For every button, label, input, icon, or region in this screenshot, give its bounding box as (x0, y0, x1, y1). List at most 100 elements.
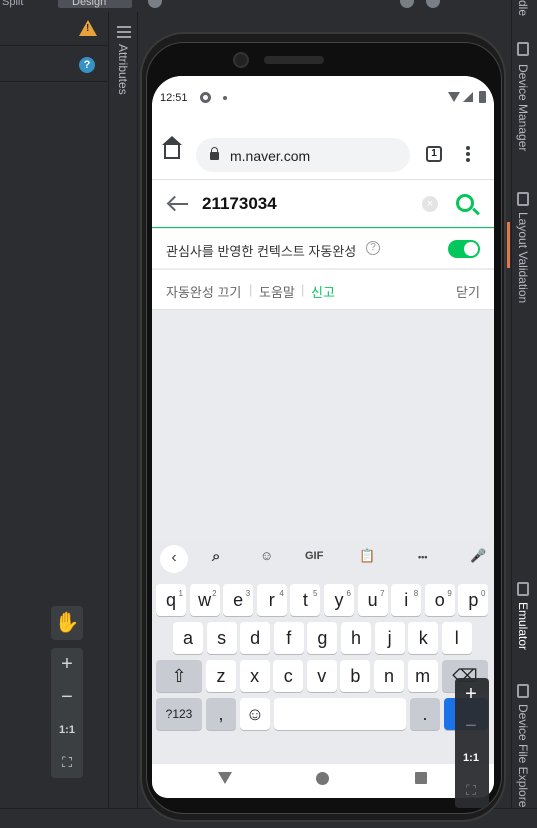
shift-key[interactable]: ⇧ (156, 660, 202, 692)
zoom-out-button[interactable]: − (455, 710, 487, 742)
key-h[interactable]: h (341, 622, 371, 654)
hand-icon[interactable]: ✋ (51, 607, 83, 639)
turn-off-autocomplete-link[interactable]: 자동완성 끄기 (166, 282, 241, 301)
key-o[interactable]: o9 (424, 584, 455, 616)
settings-notification-icon (200, 92, 211, 103)
context-autocomplete-row: 관심사를 반영한 컨텍스트 자동완성 ? (152, 229, 494, 269)
ide-top-toolbar: Split Design (0, 0, 537, 12)
layout-validation-icon[interactable] (517, 192, 529, 206)
help-link[interactable]: 도움말 (259, 282, 295, 301)
search-icon[interactable] (456, 194, 474, 212)
emulator-tab[interactable]: Emulator (516, 602, 530, 650)
key-j[interactable]: j (374, 622, 405, 654)
report-link[interactable]: 신고 (311, 282, 335, 301)
period-key[interactable]: . (410, 698, 440, 730)
key-w[interactable]: w2 (189, 584, 220, 616)
key-f[interactable]: f (273, 622, 304, 654)
device-file-explorer-icon[interactable] (517, 684, 529, 698)
emoji-key[interactable]: ☺ (240, 698, 270, 730)
key-k[interactable]: k (408, 622, 439, 654)
separator: | (249, 282, 253, 297)
attributes-icon[interactable] (117, 26, 131, 38)
scroll-indicator (507, 222, 510, 268)
separator: | (301, 282, 305, 297)
autocomplete-toggle[interactable] (448, 240, 480, 258)
symbols-key[interactable]: ?123 (156, 698, 202, 730)
nav-recents-icon[interactable] (415, 772, 427, 784)
key-u[interactable]: u7 (357, 584, 388, 616)
zoom-in-button[interactable]: + (455, 678, 487, 710)
tab-switcher-button[interactable]: 1 (426, 146, 442, 162)
key-q[interactable]: q1 (156, 584, 186, 616)
warning-icon[interactable]: ! (79, 20, 97, 36)
layout-validation-tab[interactable]: Layout Validation (516, 212, 530, 303)
key-d[interactable]: d (240, 622, 271, 654)
autocomplete-links-row: 자동완성 끄기 | 도움말 | 신고 닫기 (152, 270, 494, 310)
android-status-bar: 12:51 (152, 76, 494, 118)
toolbar-icon[interactable] (426, 0, 440, 8)
more-options-icon[interactable]: ••• (418, 552, 427, 562)
key-z[interactable]: z (206, 660, 236, 692)
zoom-out-button[interactable]: − (51, 681, 83, 713)
info-icon[interactable]: ? (366, 241, 380, 255)
key-r[interactable]: r4 (256, 584, 287, 616)
nav-back-icon[interactable] (218, 772, 232, 784)
warnings-row[interactable]: ! (0, 12, 107, 46)
zoom-fit-icon[interactable]: ⛶ (455, 774, 487, 806)
lock-icon[interactable] (210, 147, 219, 160)
back-arrow-icon[interactable] (170, 203, 188, 205)
overflow-menu-icon[interactable] (466, 146, 470, 162)
zoom-actual-size-button[interactable]: 1:1 (51, 714, 83, 746)
microphone-icon[interactable]: 🎤 (470, 548, 486, 564)
key-p[interactable]: p0 (458, 584, 489, 616)
url-text[interactable]: m.naver.com (230, 148, 310, 164)
key-v[interactable]: v (306, 660, 337, 692)
key-t[interactable]: t5 (290, 584, 321, 616)
key-l[interactable]: l (441, 622, 472, 654)
search-input[interactable]: 21173034 (202, 194, 277, 214)
help-icon[interactable]: ? (79, 57, 95, 73)
key-a[interactable]: a (173, 622, 203, 654)
key-e[interactable]: e3 (223, 584, 254, 616)
zoom-in-button[interactable]: + (51, 648, 83, 680)
device-manager-icon[interactable] (517, 42, 529, 56)
key-s[interactable]: s (206, 622, 237, 654)
key-b[interactable]: b (340, 660, 371, 692)
pan-tool-group: ✋ (51, 606, 83, 640)
zoom-controls-left: + − 1:1 ⛶ (51, 648, 83, 778)
close-link[interactable]: 닫기 (456, 282, 480, 301)
status-time: 12:51 (160, 92, 188, 104)
gif-button[interactable]: GIF (305, 550, 323, 562)
key-n[interactable]: n (374, 660, 404, 692)
key-g[interactable]: g (307, 622, 338, 654)
search-icon[interactable]: ⌕ (212, 548, 220, 565)
key-m[interactable]: m (407, 660, 438, 692)
naver-search-bar: 21173034 × (152, 180, 494, 228)
toolbar-icon[interactable] (400, 0, 414, 8)
zoom-actual-size-button[interactable]: 1:1 (455, 742, 487, 774)
device-file-explorer-tab[interactable]: Device File Explorer (516, 704, 530, 811)
keyboard-collapse-icon[interactable]: ‹ (160, 545, 188, 573)
comma-key[interactable]: , (206, 698, 236, 730)
home-icon[interactable] (162, 136, 182, 159)
space-key[interactable] (274, 698, 406, 730)
zoom-fit-icon[interactable]: ⛶ (51, 746, 83, 778)
key-i[interactable]: i8 (391, 584, 422, 616)
design-mode-button[interactable]: Design (58, 0, 132, 8)
autocomplete-label: 관심사를 반영한 컨텍스트 자동완성 (166, 244, 357, 259)
split-mode-label[interactable]: Split (2, 0, 23, 8)
toolbar-icon[interactable] (148, 0, 162, 8)
help-row[interactable]: ? (0, 48, 107, 82)
device-manager-tab[interactable]: Device Manager (516, 64, 530, 151)
key-x[interactable]: x (239, 660, 270, 692)
nav-home-icon[interactable] (316, 772, 329, 785)
address-bar[interactable]: m.naver.com (196, 138, 410, 172)
sticker-icon[interactable]: ☺ (260, 548, 273, 563)
attributes-tab[interactable]: Attributes (116, 44, 130, 95)
emulator-icon[interactable] (517, 582, 529, 596)
clipboard-icon[interactable]: 📋 (359, 548, 375, 564)
speaker-grille (264, 56, 324, 64)
clear-icon[interactable]: × (422, 196, 438, 212)
key-c[interactable]: c (273, 660, 304, 692)
key-y[interactable]: y6 (324, 584, 354, 616)
